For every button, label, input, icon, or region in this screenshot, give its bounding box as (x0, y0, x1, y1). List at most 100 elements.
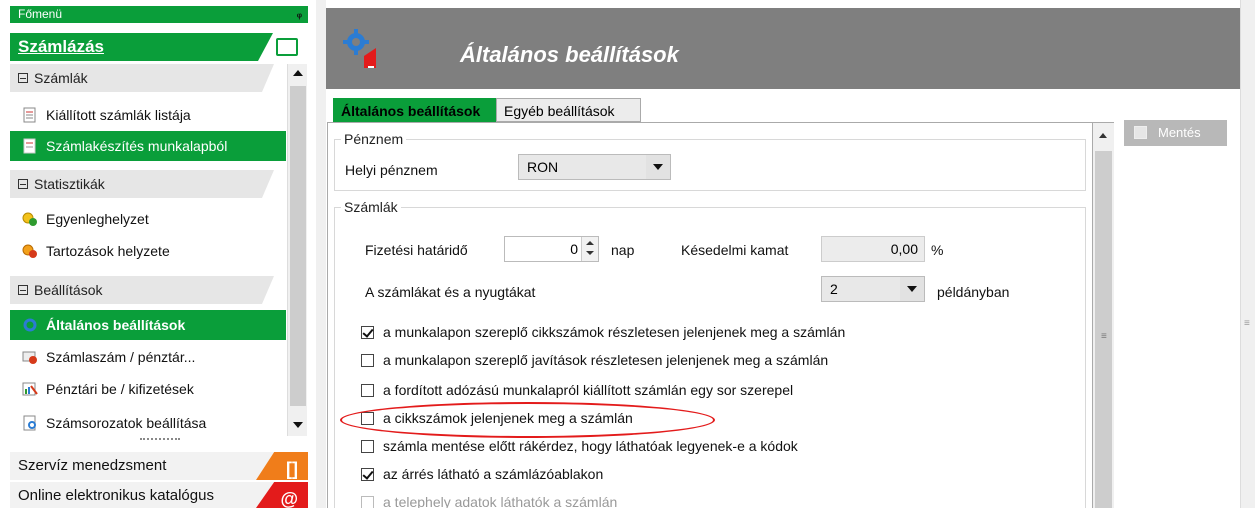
at-sign-icon: @ (280, 489, 298, 508)
option-label: a telephely adatok láthatók a számlán (383, 494, 618, 508)
menu-item-label: Pénztári be / kifizetések (46, 381, 194, 397)
copies-unit: példányban (937, 284, 1010, 300)
settings-scrollbar[interactable]: ≡ (1093, 122, 1114, 508)
scroll-down-arrow-icon[interactable] (293, 422, 303, 428)
invoices-legend: Számlák (341, 199, 401, 215)
invoices-group: Számlák Fizetési határidő 0 nap Késedelm… (334, 199, 1086, 508)
billing-module-icon (276, 38, 298, 56)
menu-item-debts[interactable]: Tartozások helyzete (10, 236, 286, 266)
scroll-up-arrow-icon[interactable] (293, 70, 303, 76)
menu-item-general-settings[interactable]: Általános beállítások (10, 310, 286, 340)
collapse-icon (18, 179, 28, 189)
scroll-thumb[interactable] (290, 86, 306, 406)
copies-select[interactable]: 2 (821, 276, 925, 302)
module-billing-label: Számlázás (18, 37, 104, 56)
collapse-icon (18, 285, 28, 295)
due-date-label: Fizetési határidő (365, 242, 468, 258)
pin-icon[interactable]: ᵩ (297, 6, 302, 23)
menu-item-cash-payments[interactable]: Pénztári be / kifizetések (10, 374, 286, 404)
panel-splitter[interactable] (316, 0, 326, 508)
module-tab (258, 33, 308, 61)
save-disk-icon (1134, 126, 1147, 139)
option-margin-visible[interactable]: az árrés látható a számlázóablakon (361, 464, 603, 484)
checkbox-checked[interactable] (361, 326, 374, 339)
chevron-down-icon[interactable] (646, 155, 670, 179)
menu-item-label: Egyenleghelyzet (46, 211, 149, 227)
late-interest-field[interactable]: 0,00 (821, 236, 925, 262)
chevron-down-icon[interactable] (900, 277, 924, 301)
currency-group: Pénznem Helyi pénznem RON (334, 131, 1086, 191)
grip-icon: ≡ (1244, 318, 1250, 329)
balance-coins-icon (22, 212, 37, 226)
menu-item-invoice-list[interactable]: Kiállított számlák listája (10, 100, 286, 130)
scroll-up-arrow-icon[interactable] (1099, 133, 1107, 138)
menu-item-label: Számsorozatok beállítása (46, 415, 207, 431)
checkbox-checked[interactable] (361, 468, 374, 481)
checkbox-disabled (361, 496, 374, 508)
option-label: az árrés látható a számlázóablakon (383, 466, 604, 482)
module-label: Szervíz menedzsment (18, 457, 167, 474)
menu-item-invoice-number[interactable]: Számlaszám / pénztár... (10, 342, 286, 372)
highlight-annotation-ellipse (340, 402, 715, 438)
checkbox[interactable] (361, 440, 374, 453)
worksheet-invoice-icon (23, 138, 36, 154)
module-online-catalog[interactable]: Online elektronikus katalógus @ (10, 482, 308, 508)
menu-item-balance[interactable]: Egyenleghelyzet (10, 204, 286, 234)
number-series-icon (23, 415, 36, 431)
page-title: Általános beállítások (460, 42, 679, 67)
invoice-number-icon (22, 351, 37, 364)
option-label: a fordított adózású munkalapról kiállíto… (383, 382, 794, 398)
menu-item-number-series[interactable]: Számsorozatok beállítása (10, 408, 286, 438)
tab-general-settings[interactable]: Általános beállítások (333, 98, 496, 122)
checkbox[interactable] (361, 354, 374, 367)
due-days-stepper[interactable]: 0 (504, 236, 599, 262)
currency-legend: Pénznem (341, 131, 407, 147)
debts-coins-icon (22, 244, 37, 258)
due-days-unit: nap (611, 242, 635, 258)
right-scroll-strip[interactable]: ≡ (1240, 0, 1255, 508)
percent-unit: % (931, 242, 944, 258)
late-interest-value: 0,00 (890, 241, 918, 257)
grip-icon: ≡ (1101, 331, 1107, 342)
page-header: Általános beállítások (326, 8, 1240, 89)
module-service-management[interactable]: Szervíz menedzsment [] (10, 452, 308, 480)
settings-panel: Pénznem Helyi pénznem RON Számlák Fizeté… (327, 122, 1093, 508)
general-settings-gear-icon (23, 318, 37, 332)
option-label: a munkalapon szereplő cikkszámok részlet… (383, 324, 846, 340)
menu-list: Számlák Kiállított számlák listája Száml… (10, 64, 286, 444)
category-label: Számlák (34, 70, 88, 86)
option-ask-before-save-codes[interactable]: számla mentése előtt rákérdez, hogy láth… (361, 436, 798, 456)
module-billing[interactable]: Számlázás (10, 33, 308, 61)
save-button-label: Mentés (1158, 125, 1201, 140)
catalog-module-tab: @ (256, 482, 308, 508)
category-label: Statisztikák (34, 176, 105, 192)
menu-item-label: Tartozások helyzete (46, 243, 170, 259)
settings-gear-icon (343, 29, 376, 68)
late-interest-label: Késedelmi kamat (681, 242, 789, 258)
menu-item-label: Általános beállítások (46, 317, 186, 333)
menu-item-invoice-from-worksheet[interactable]: Számlakészítés munkalapból (10, 131, 286, 161)
option-detailed-repairs[interactable]: a munkalapon szereplő javítások részlete… (361, 350, 828, 370)
category-statistics[interactable]: Statisztikák (10, 170, 286, 198)
module-label: Online elektronikus katalógus (18, 487, 214, 504)
tab-other-settings[interactable]: Egyéb beállítások (496, 98, 641, 122)
due-days-value: 0 (570, 241, 578, 257)
option-detailed-part-numbers[interactable]: a munkalapon szereplő cikkszámok részlet… (361, 322, 845, 342)
local-currency-label: Helyi pénznem (345, 162, 438, 178)
save-button[interactable]: Mentés (1124, 120, 1227, 146)
service-module-tab: [] (256, 452, 308, 480)
category-settings[interactable]: Beállítások (10, 276, 286, 304)
option-label: a munkalapon szereplő javítások részlete… (383, 352, 829, 368)
menu-item-label: Számlakészítés munkalapból (46, 138, 228, 154)
splitter-grip[interactable] (140, 438, 180, 442)
category-label: Beállítások (34, 282, 103, 298)
local-currency-select[interactable]: RON (518, 154, 671, 180)
scroll-thumb[interactable]: ≡ (1095, 151, 1112, 508)
menu-scrollbar[interactable] (287, 64, 307, 436)
cash-payments-icon (22, 382, 38, 396)
option-reverse-tax-single-row[interactable]: a fordított adózású munkalapról kiállíto… (361, 380, 793, 400)
collapse-icon (18, 73, 28, 83)
category-invoices[interactable]: Számlák (10, 64, 286, 92)
spinner-arrows-icon[interactable] (581, 237, 598, 261)
checkbox[interactable] (361, 384, 374, 397)
